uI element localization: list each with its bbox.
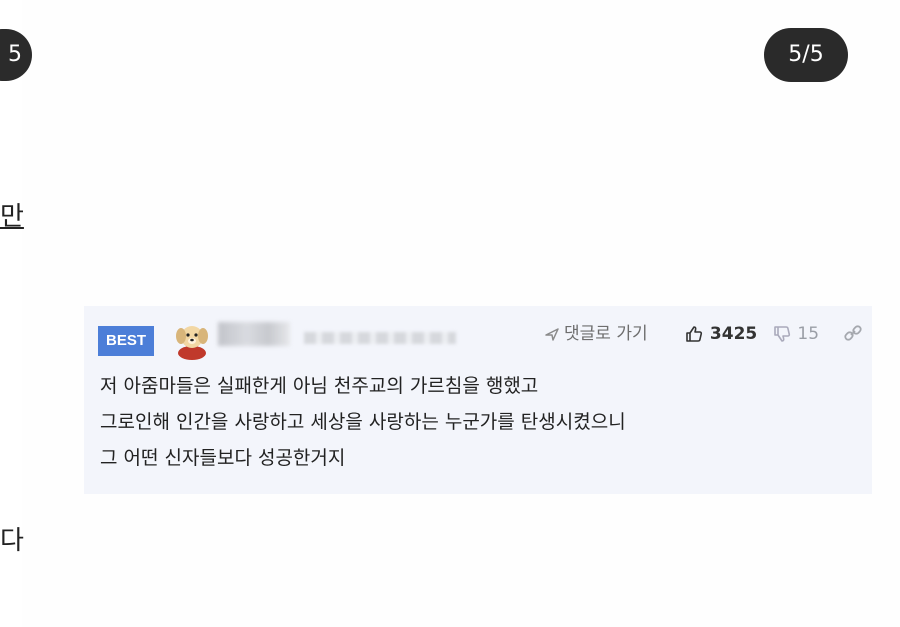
blurred-username[interactable] [218, 322, 290, 346]
like-count: 3425 [709, 324, 758, 344]
reply-arrow-icon [545, 328, 559, 341]
comment-line: 그 어떤 신자들보다 성공한거지 [100, 447, 346, 469]
puppy-avatar-icon[interactable] [172, 320, 212, 360]
page-counter-badge: 5/5 [764, 28, 848, 82]
comment-body: 저 아줌마들은 실패한게 아님 천주교의 가르침을 행했고 그로인해 인간을 사… [100, 368, 860, 476]
go-to-reply-link[interactable]: 댓글로 가기 [544, 320, 648, 348]
dislike-count: 15 [797, 324, 820, 344]
previous-slide-text: 다 [0, 526, 24, 556]
dislike-button[interactable]: 15 [772, 320, 819, 348]
like-button[interactable]: 3425 [684, 320, 757, 348]
comment-line: 그로인해 인간을 사랑하고 세상을 사랑하는 누군가를 탄생시켰으니 [100, 411, 626, 433]
blurred-metadata [304, 332, 456, 344]
reply-link-label: 댓글로 가기 [564, 324, 648, 344]
previous-page-counter: 5 [0, 29, 32, 81]
comment-line: 저 아줌마들은 실패한게 아님 천주교의 가르침을 행했고 [100, 375, 539, 397]
thumbs-up-icon [686, 326, 703, 342]
best-comment-card: BEST 댓글로 가기 3425 15 저 아줌마들은 실패한게 아님 천주교의… [84, 306, 872, 494]
image-viewer: 5 만 다 5/5 BEST 댓글로 가기 3425 15 저 아줌마들은 실패… [0, 0, 900, 627]
best-badge: BEST [98, 326, 154, 356]
previous-slide-text: 만 [0, 202, 24, 232]
thumbs-down-icon [774, 326, 791, 342]
share-link-icon[interactable] [842, 322, 864, 344]
